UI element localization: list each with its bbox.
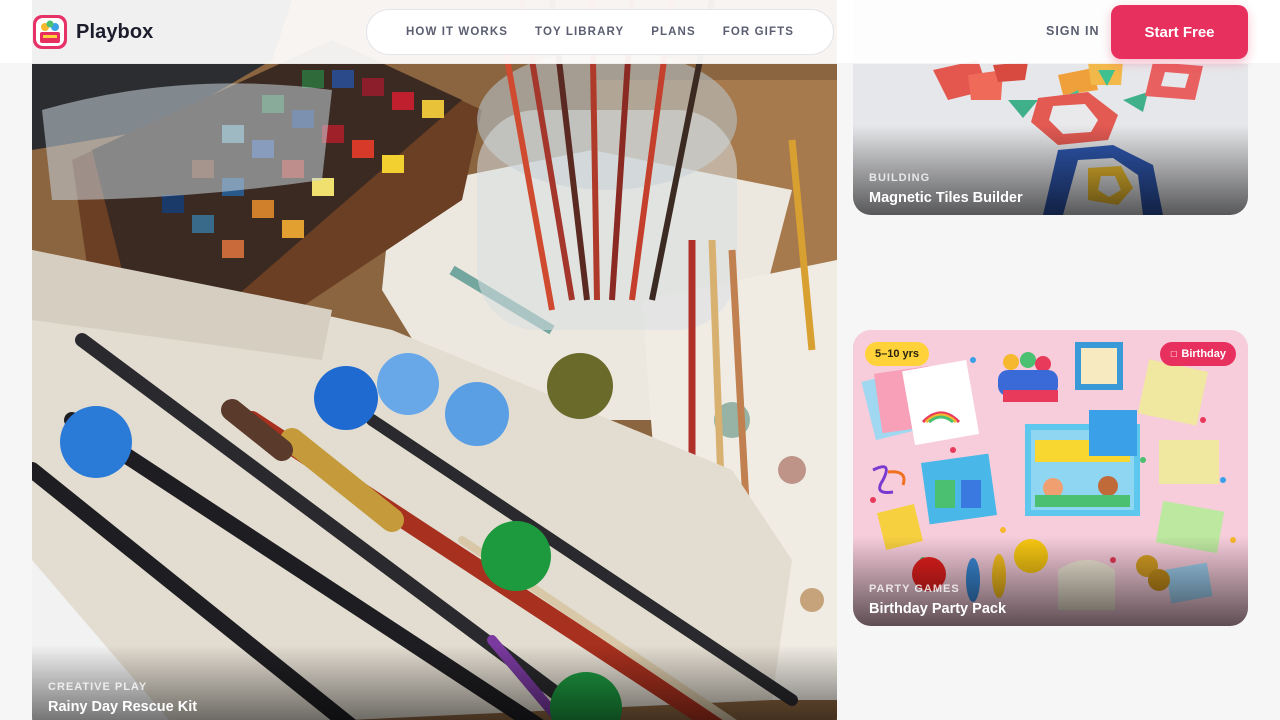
card-category: PARTY GAMES [869,583,960,595]
occasion-badge: ☐ Birthday [1160,342,1236,366]
card-title: Magnetic Tiles Builder [869,190,1023,206]
card-title: Birthday Party Pack [869,601,1007,617]
nav-for-gifts[interactable]: FOR GIFTS [723,26,794,38]
card-title: Rainy Day Rescue Kit [48,699,198,715]
product-card-rainy-day[interactable]: CREATIVE PLAY Rainy Day Rescue Kit [32,0,837,720]
sign-in-link[interactable]: SIGN IN [1046,24,1100,38]
card-category: CREATIVE PLAY [48,681,148,693]
product-card-birthday-party[interactable]: 5–10 yrs ☐ Birthday PARTY GAMES Birthday … [853,330,1248,626]
start-free-button[interactable]: Start Free [1111,5,1248,59]
site-header: Playbox HOW IT WORKS TOY LIBRARY PLANS F… [0,0,1280,64]
nav-how-it-works[interactable]: HOW IT WORKS [406,26,508,38]
nav-plans[interactable]: PLANS [651,26,695,38]
main-nav: HOW IT WORKS TOY LIBRARY PLANS FOR GIFTS [366,9,834,55]
brand-name: Playbox [76,20,154,43]
playbox-logo-icon [33,15,67,49]
age-range-badge: 5–10 yrs [865,342,930,366]
card-category: BUILDING [869,172,931,184]
art-supplies-image [32,0,837,720]
nav-toy-library[interactable]: TOY LIBRARY [535,26,624,38]
gift-icon: ☐ [1170,350,1178,359]
occasion-label: Birthday [1181,348,1226,360]
brand-logo[interactable]: Playbox [33,15,153,49]
